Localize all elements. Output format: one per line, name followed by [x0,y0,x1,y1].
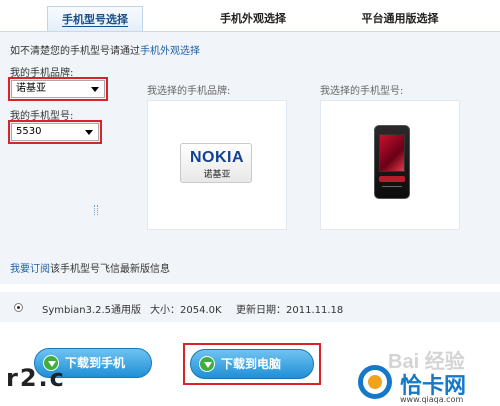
appearance-select-link[interactable]: 手机外观选择 [140,46,200,57]
download-to-pc-label: 下载到电脑 [221,357,282,371]
phone-screen [379,134,405,172]
resize-handle[interactable] [94,205,98,215]
chevron-down-icon [85,130,93,135]
tab-bar: 手机型号选择 手机外观选择 平台通用版选择 [0,0,500,32]
nokia-logo-subtext: 诺基亚 [203,170,231,180]
brand-select[interactable]: 诺基亚 [11,80,105,98]
appearance-hint: 如不清楚您的手机型号请通过手机外观选择 [10,42,200,57]
package-updated: 更新日期：2011.11.18 [236,305,344,316]
subscribe-link[interactable]: 我要订阅 [10,264,50,275]
nokia-logo-text: NOKIA [189,149,245,166]
chevron-down-icon [91,87,99,92]
appearance-hint-text: 如不清楚您的手机型号请通过 [10,46,140,57]
model-select-value: 5530 [16,126,42,137]
selected-brand-title: 我选择的手机品牌: [147,86,231,97]
model-select[interactable]: 5530 [11,123,99,141]
package-radio[interactable] [14,303,23,312]
site-watermark-url: www.qiaqa.com [400,395,464,404]
download-to-pc-button[interactable]: 下载到电脑 [190,349,314,379]
subscribe-text: 该手机型号飞信最新版信息 [50,264,170,275]
tab-platform-select[interactable]: 平台通用版选择 [345,6,455,32]
site-logo-icon [358,365,392,399]
phone-keys [382,186,402,194]
tab-model-select[interactable]: 手机型号选择 [47,6,143,32]
tab-platform-select-label: 平台通用版选择 [361,12,439,25]
package-size: 大小：2054.0K [150,305,222,316]
package-version: Symbian3.2.5通用版 [42,305,142,316]
nokia-logo: NOKIA 诺基亚 [180,143,252,183]
brand-select-value: 诺基亚 [16,83,46,94]
download-to-phone-label: 下载到手机 [65,356,126,370]
download-arrow-icon [199,356,215,372]
subscribe-row: 我要订阅该手机型号飞信最新版信息 [10,260,170,275]
tab-model-select-label: 手机型号选择 [62,13,128,27]
phone-image [374,125,410,199]
selected-model-title: 我选择的手机型号: [320,86,404,97]
tab-appearance-select[interactable]: 手机外观选择 [205,6,301,32]
tab-appearance-select-label: 手机外观选择 [220,12,286,25]
watermark-left: r2.c [6,364,66,392]
phone-menu-bar [379,176,405,182]
